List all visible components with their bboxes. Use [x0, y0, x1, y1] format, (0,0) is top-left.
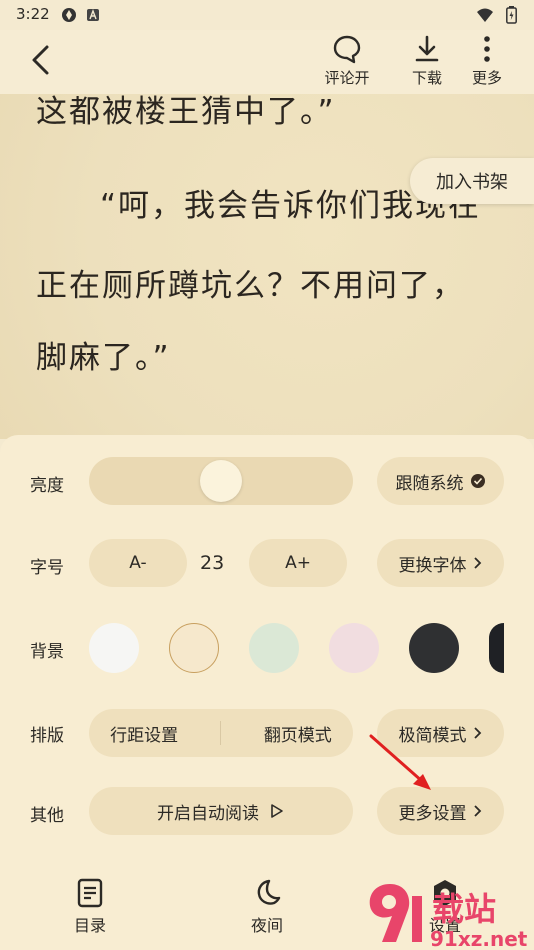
wifi-icon	[476, 6, 494, 24]
brightness-slider[interactable]	[89, 457, 353, 505]
nav-toc-label: 目录	[73, 916, 106, 935]
auto-read-button[interactable]: 开启自动阅读	[89, 787, 353, 835]
chevron-right-icon	[473, 805, 481, 817]
battery-icon	[502, 6, 520, 24]
other-label: 其他	[30, 806, 64, 826]
vpn-icon	[60, 6, 78, 24]
play-icon	[271, 804, 283, 818]
more-settings-label: 更多设置	[398, 803, 467, 824]
divider	[220, 721, 222, 745]
layout-group: 行距设置 翻页模式	[89, 709, 353, 757]
more-label: 更多	[471, 69, 502, 87]
brightness-label: 亮度	[30, 476, 64, 496]
background-swatch[interactable]	[249, 623, 299, 673]
download-label: 下载	[411, 69, 442, 87]
back-arrow-icon	[32, 45, 49, 75]
content-line: 脚麻了。”	[36, 340, 171, 376]
nav-toc[interactable]: 目录	[50, 878, 130, 936]
brightness-slider-knob[interactable]	[200, 460, 242, 502]
comment-icon	[333, 35, 361, 64]
comment-toggle-button[interactable]: 评论开	[314, 34, 380, 90]
comment-label: 评论开	[324, 69, 370, 87]
reader-top-bar: 评论开 下载 更多	[0, 30, 534, 94]
more-button[interactable]: 更多	[454, 34, 520, 90]
more-vertical-icon	[484, 36, 490, 62]
nav-night[interactable]: 夜间	[227, 878, 307, 936]
auto-read-label: 开启自动阅读	[157, 803, 259, 824]
content-line: 这都被楼王猜中了。”	[36, 94, 336, 130]
line-spacing-button[interactable]: 行距设置	[110, 721, 178, 746]
status-bar: 3:22	[0, 0, 534, 30]
font-size-label: 字号	[30, 558, 64, 578]
status-icons-right	[476, 6, 520, 24]
font-decrease-button[interactable]: A-	[89, 539, 187, 587]
back-button[interactable]	[22, 42, 58, 78]
moon-icon	[257, 879, 281, 905]
follow-system-button[interactable]: 跟随系统	[377, 457, 504, 505]
background-swatch[interactable]	[89, 623, 139, 673]
notification-a-icon	[84, 6, 102, 24]
follow-system-label: 跟随系统	[395, 473, 464, 494]
status-icons-left	[60, 6, 102, 24]
watermark-domain: 91xz.net	[430, 927, 528, 950]
annotation-arrow-icon	[369, 734, 431, 790]
nav-night-label: 夜间	[250, 916, 283, 935]
background-swatch[interactable]	[169, 623, 219, 673]
status-time: 3:22	[16, 5, 50, 23]
download-icon	[415, 35, 439, 62]
layout-label: 排版	[30, 726, 64, 746]
chevron-right-icon	[473, 557, 481, 569]
add-to-shelf-button[interactable]: 加入书架	[410, 158, 534, 204]
toc-icon	[77, 878, 103, 908]
watermark-text: 载站	[432, 890, 496, 928]
content-line: 正在厕所蹲坑么？不用问了，	[36, 268, 465, 304]
font-size-value: 23	[200, 552, 225, 574]
download-button[interactable]: 下载	[394, 34, 460, 90]
reading-content[interactable]: 这都被楼王猜中了。” “呵，我会告诉你们我现在 正在厕所蹲坑么？不用问了， 脚麻…	[0, 94, 534, 439]
background-label: 背景	[30, 642, 64, 662]
chevron-right-icon	[473, 727, 481, 739]
background-swatch[interactable]	[329, 623, 379, 673]
background-swatch[interactable]	[489, 623, 504, 673]
font-increase-button[interactable]: A+	[249, 539, 347, 587]
watermark-logo: 载站 91xz.net	[369, 884, 528, 950]
page-mode-button[interactable]: 翻页模式	[264, 721, 332, 746]
change-font-label: 更换字体	[398, 555, 467, 576]
check-circle-icon	[470, 474, 485, 488]
background-swatch[interactable]	[409, 623, 459, 673]
change-font-button[interactable]: 更换字体	[377, 539, 504, 587]
